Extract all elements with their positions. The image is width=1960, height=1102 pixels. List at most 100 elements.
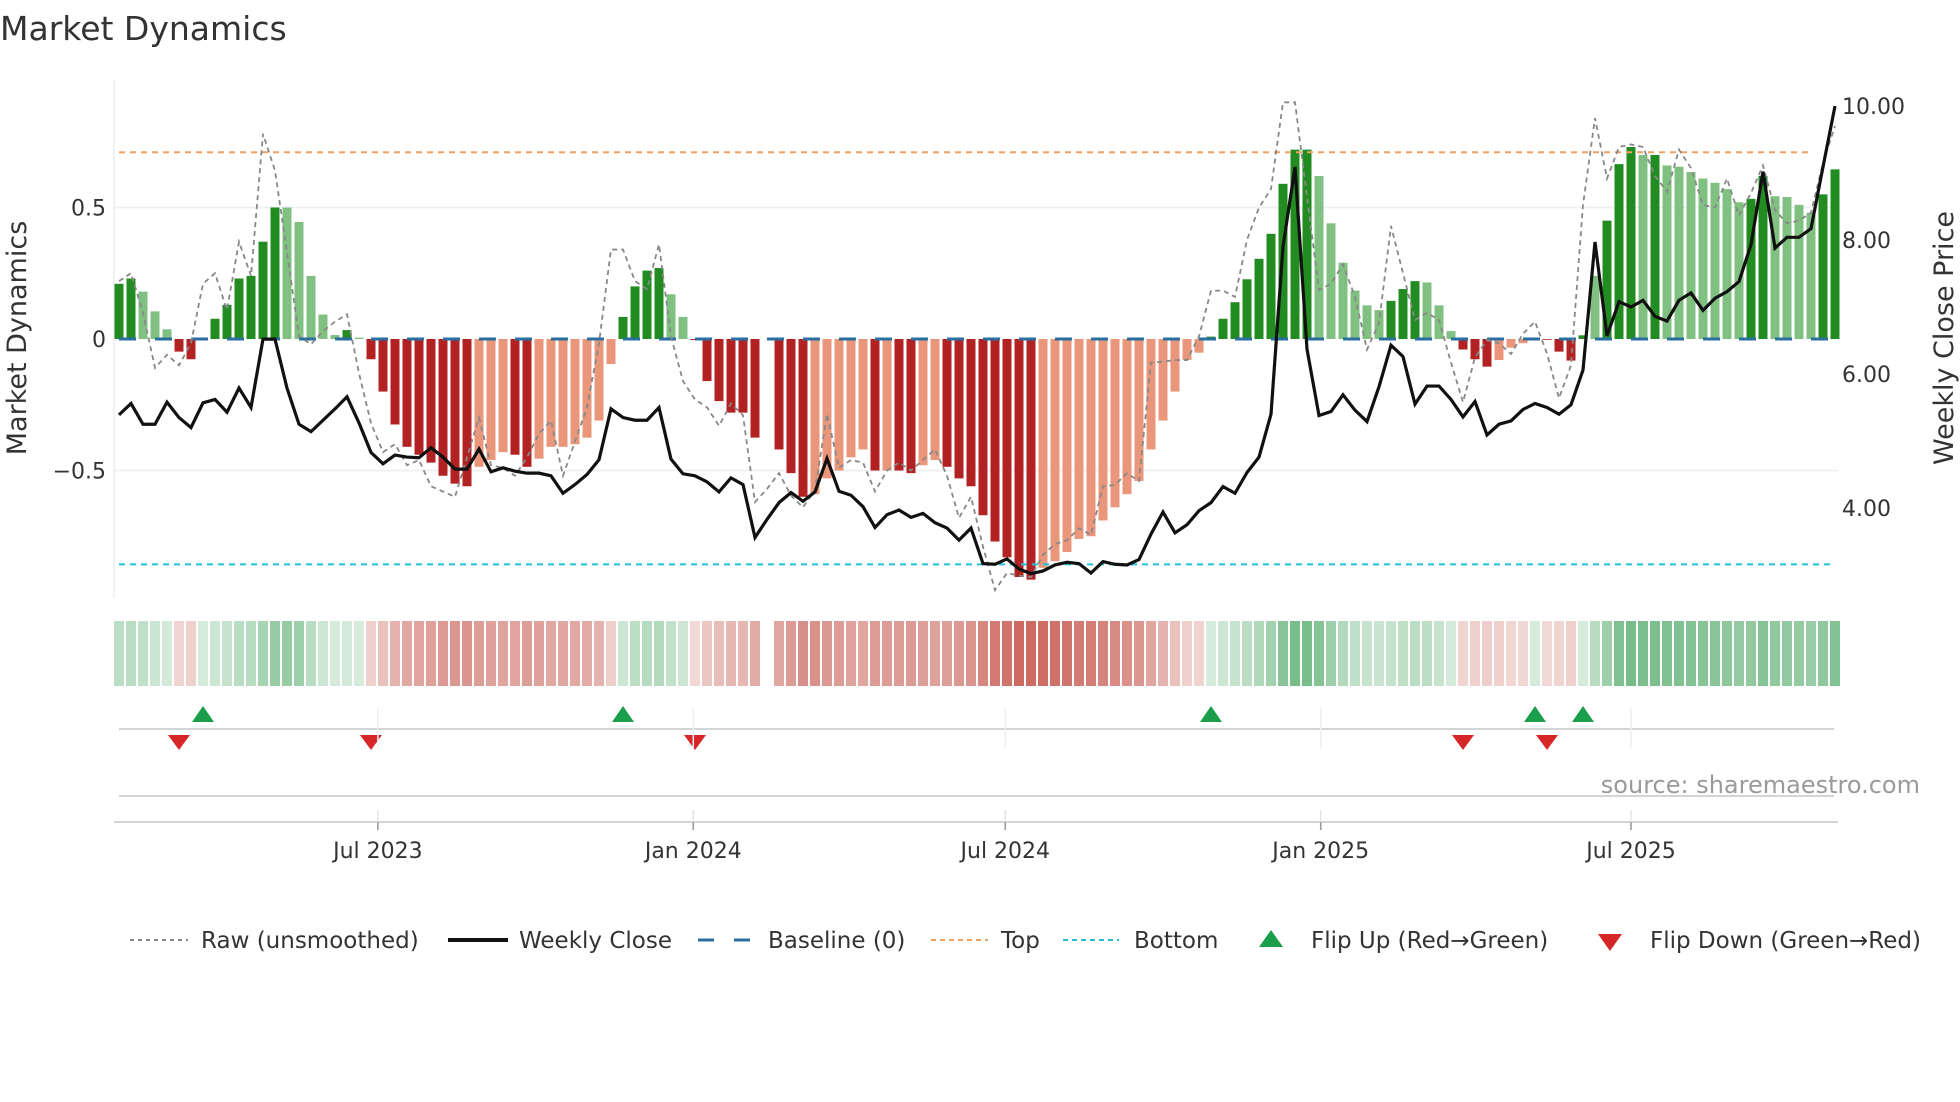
dynamics-bar bbox=[894, 339, 904, 471]
heat-cell bbox=[306, 621, 316, 686]
heat-cell bbox=[1506, 621, 1516, 686]
heat-cell bbox=[1086, 621, 1096, 686]
heat-cell bbox=[1110, 621, 1120, 686]
market-dynamics-chart: Market Dynamics Market Dynamics Weekly C… bbox=[0, 9, 1960, 954]
dynamics-bar bbox=[414, 339, 424, 455]
dynamics-bar bbox=[1314, 175, 1324, 339]
heat-cell bbox=[1158, 621, 1168, 686]
heat-cell bbox=[1398, 621, 1408, 686]
heat-cell bbox=[1146, 621, 1156, 686]
heat-cell bbox=[546, 621, 556, 686]
dynamics-bar bbox=[534, 339, 544, 459]
right-tick-label: 6.00 bbox=[1842, 363, 1891, 388]
heat-cell bbox=[498, 621, 508, 686]
dynamics-bar bbox=[1386, 300, 1396, 339]
heat-cell bbox=[162, 621, 172, 686]
dynamics-bar bbox=[1254, 258, 1264, 339]
heat-cell bbox=[1038, 621, 1048, 686]
heat-cell bbox=[318, 621, 328, 686]
heat-cell bbox=[678, 621, 688, 686]
heat-cell bbox=[606, 621, 616, 686]
flip-down-icon bbox=[1598, 934, 1622, 951]
left-tick-label: −0.5 bbox=[53, 460, 106, 485]
dynamics-bar bbox=[954, 339, 964, 479]
flip-up-marker bbox=[1572, 706, 1594, 722]
heat-cell bbox=[486, 621, 496, 686]
dynamics-bar bbox=[1146, 339, 1156, 450]
dynamics-bar bbox=[1470, 339, 1480, 360]
heat-cell bbox=[1710, 621, 1720, 686]
dynamics-bar bbox=[1410, 281, 1420, 339]
heat-cell bbox=[666, 621, 676, 686]
heat-cell bbox=[774, 621, 784, 686]
heat-cell bbox=[870, 621, 880, 686]
raw-series-line bbox=[118, 101, 1836, 593]
heat-cell bbox=[1698, 621, 1708, 686]
flip-up-marker bbox=[1200, 706, 1222, 722]
right-tick-label: 8.00 bbox=[1842, 229, 1891, 254]
flip-up-marker bbox=[1524, 706, 1546, 722]
heat-cell bbox=[138, 621, 148, 686]
heat-cell bbox=[834, 621, 844, 686]
heat-cell bbox=[186, 621, 196, 686]
dynamics-bar bbox=[846, 339, 856, 458]
heat-cell bbox=[1650, 621, 1660, 686]
flip-down-marker bbox=[1452, 735, 1474, 750]
dynamics-bar bbox=[1794, 204, 1804, 339]
heat-cell bbox=[954, 621, 964, 686]
heat-cell bbox=[1290, 621, 1300, 686]
heat-cell bbox=[402, 621, 412, 686]
heat-cell bbox=[1266, 621, 1276, 686]
heat-cell bbox=[1470, 621, 1480, 686]
heat-cell bbox=[990, 621, 1000, 686]
heat-cell bbox=[1446, 621, 1456, 686]
dynamics-bar bbox=[1134, 339, 1144, 482]
dynamics-bar bbox=[1830, 169, 1840, 339]
dynamics-bar bbox=[258, 241, 268, 339]
dynamics-bar bbox=[774, 339, 784, 450]
right-tick-label: 10.00 bbox=[1842, 95, 1905, 120]
dynamics-bar bbox=[1638, 154, 1648, 339]
heat-cell bbox=[978, 621, 988, 686]
dynamics-bar bbox=[966, 339, 976, 487]
dynamics-bar bbox=[174, 339, 184, 352]
dynamics-bar bbox=[738, 339, 748, 413]
dynamics-bar bbox=[1506, 339, 1516, 348]
dynamics-bar bbox=[1266, 233, 1276, 339]
legend-bottom-label: Bottom bbox=[1134, 928, 1218, 954]
heat-cell bbox=[426, 621, 436, 686]
dynamics-bar bbox=[702, 339, 712, 382]
dynamics-bar bbox=[222, 304, 232, 339]
heat-cell bbox=[294, 621, 304, 686]
dynamics-bar bbox=[678, 316, 688, 339]
heat-cell bbox=[1230, 621, 1240, 686]
dynamics-bar bbox=[546, 339, 556, 447]
dynamics-bar bbox=[930, 339, 940, 460]
dynamics-bar bbox=[906, 339, 916, 474]
legend-item-flip-up: Flip Up (Red→Green) bbox=[1259, 928, 1548, 954]
heat-cell bbox=[522, 621, 532, 686]
heat-cell bbox=[1578, 621, 1588, 686]
legend-close-label: Weekly Close bbox=[519, 928, 672, 954]
dynamics-bar bbox=[510, 339, 520, 455]
heat-cell bbox=[1074, 621, 1084, 686]
dynamics-bar bbox=[126, 278, 136, 339]
x-tick-label: Jul 2025 bbox=[1584, 839, 1676, 864]
heat-cell bbox=[1338, 621, 1348, 686]
heat-cell bbox=[1314, 621, 1324, 686]
heat-cell bbox=[1182, 621, 1192, 686]
dynamics-bar bbox=[918, 339, 928, 466]
dynamics-bar bbox=[1458, 339, 1468, 350]
dynamics-bar bbox=[1218, 318, 1228, 339]
heat-cell bbox=[1254, 621, 1264, 686]
heat-cell bbox=[390, 621, 400, 686]
dynamics-bar bbox=[522, 339, 532, 467]
dynamics-bar bbox=[390, 339, 400, 425]
legend-item-close: Weekly Close bbox=[448, 928, 672, 954]
heat-cell bbox=[1134, 621, 1144, 686]
heat-cell bbox=[1794, 621, 1804, 686]
heat-cell bbox=[594, 621, 604, 686]
dynamics-bar bbox=[570, 339, 580, 445]
heat-cell bbox=[282, 621, 292, 686]
heat-cell bbox=[942, 621, 952, 686]
